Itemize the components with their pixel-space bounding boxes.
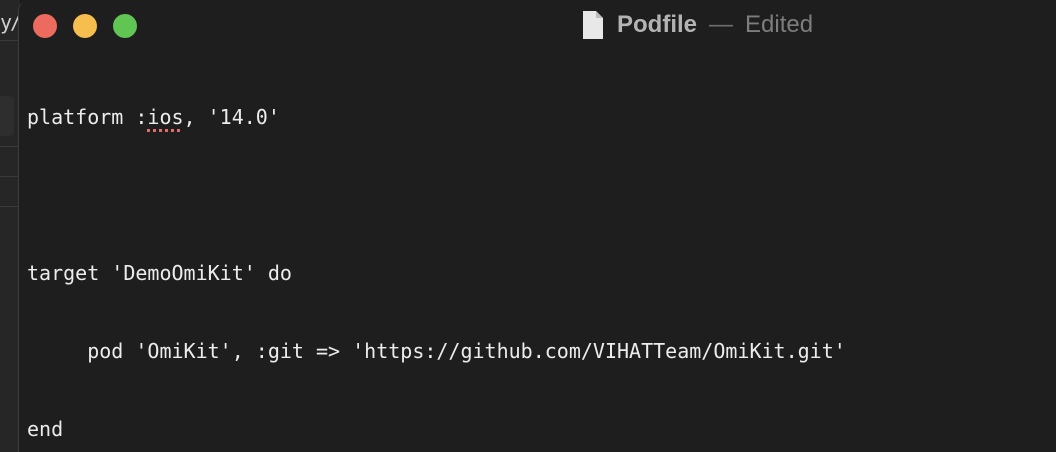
document-name: Podfile: [617, 11, 698, 38]
minimize-button[interactable]: [73, 14, 97, 38]
code-line: end: [27, 417, 64, 441]
background-window-text: y/: [0, 10, 20, 34]
background-divider: [0, 176, 20, 177]
title-separator: —: [709, 11, 734, 38]
window-title[interactable]: Podfile — Edited: [581, 10, 813, 40]
code-line: pod 'OmiKit', :git => 'https://github.co…: [27, 339, 846, 363]
code-text: , '14.0': [183, 105, 280, 129]
text-editor[interactable]: platform :ios, '14.0' target 'DemoOmiKit…: [27, 52, 1056, 452]
code-line: target 'DemoOmiKit' do: [27, 261, 292, 285]
background-divider: [0, 206, 20, 207]
misspelled-word[interactable]: ios: [147, 105, 183, 129]
document-icon: [583, 11, 603, 39]
title-bar[interactable]: Podfile — Edited: [19, 0, 1056, 50]
text-editor-window[interactable]: Podfile — Edited platform :ios, '14.0' t…: [18, 0, 1056, 452]
background-window[interactable]: y/: [0, 0, 20, 452]
background-tab[interactable]: [0, 96, 14, 136]
code-line: platform :ios, '14.0': [27, 104, 1056, 130]
code-text: platform :: [27, 105, 148, 129]
edited-status: Edited: [745, 11, 814, 38]
zoom-button[interactable]: [113, 14, 137, 38]
background-divider: [0, 40, 20, 41]
background-divider: [0, 146, 20, 147]
close-button[interactable]: [33, 14, 57, 38]
